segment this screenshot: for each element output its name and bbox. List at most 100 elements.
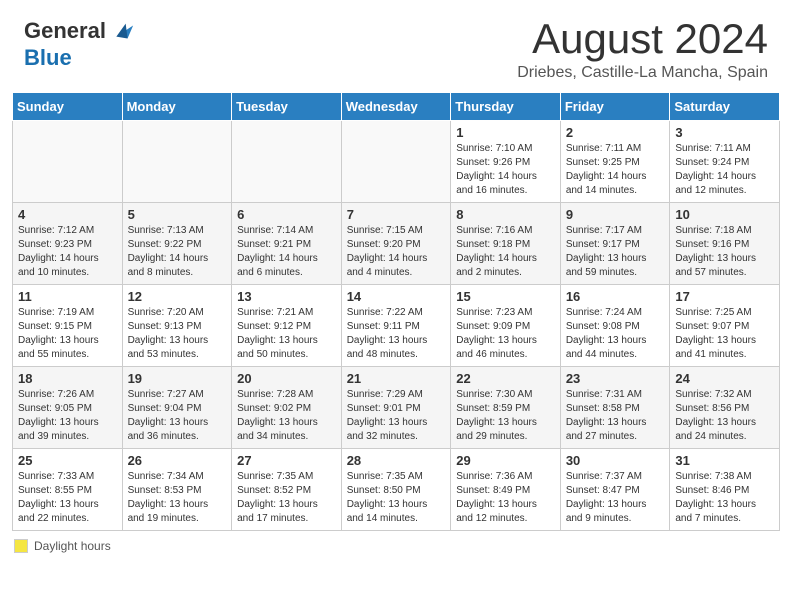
day-number: 19 — [128, 371, 227, 386]
day-info: Sunrise: 7:31 AMSunset: 8:58 PMDaylight:… — [566, 388, 665, 444]
table-row: 1 Sunrise: 7:10 AMSunset: 9:26 PMDaylight… — [451, 121, 561, 203]
day-number: 2 — [566, 125, 665, 140]
day-number: 6 — [237, 207, 336, 222]
table-row: 22 Sunrise: 7:30 AMSunset: 8:59 PMDayligh… — [451, 367, 561, 449]
table-row: 18 Sunrise: 7:26 AMSunset: 9:05 PMDayligh… — [13, 367, 123, 449]
table-row: 4 Sunrise: 7:12 AMSunset: 9:23 PMDaylight… — [13, 203, 123, 285]
day-info: Sunrise: 7:16 AMSunset: 9:18 PMDaylight:… — [456, 224, 555, 280]
day-info: Sunrise: 7:17 AMSunset: 9:17 PMDaylight:… — [566, 224, 665, 280]
table-row: 28 Sunrise: 7:35 AMSunset: 8:50 PMDayligh… — [341, 449, 451, 531]
col-wednesday: Wednesday — [341, 93, 451, 121]
day-info: Sunrise: 7:35 AMSunset: 8:52 PMDaylight:… — [237, 470, 336, 526]
month-year-title: August 2024 — [517, 18, 768, 60]
location-subtitle: Driebes, Castille-La Mancha, Spain — [517, 64, 768, 82]
day-number: 24 — [675, 371, 774, 386]
day-number: 5 — [128, 207, 227, 222]
day-info: Sunrise: 7:19 AMSunset: 9:15 PMDaylight:… — [18, 306, 117, 362]
day-info: Sunrise: 7:33 AMSunset: 8:55 PMDaylight:… — [18, 470, 117, 526]
logo-bird-icon — [107, 18, 135, 46]
day-number: 22 — [456, 371, 555, 386]
day-info: Sunrise: 7:37 AMSunset: 8:47 PMDaylight:… — [566, 470, 665, 526]
day-number: 1 — [456, 125, 555, 140]
day-info: Sunrise: 7:36 AMSunset: 8:49 PMDaylight:… — [456, 470, 555, 526]
day-number: 30 — [566, 453, 665, 468]
day-info: Sunrise: 7:13 AMSunset: 9:22 PMDaylight:… — [128, 224, 227, 280]
day-info: Sunrise: 7:10 AMSunset: 9:26 PMDaylight:… — [456, 142, 555, 198]
day-info: Sunrise: 7:23 AMSunset: 9:09 PMDaylight:… — [456, 306, 555, 362]
day-number: 4 — [18, 207, 117, 222]
day-number: 20 — [237, 371, 336, 386]
day-number: 7 — [347, 207, 446, 222]
col-friday: Friday — [560, 93, 670, 121]
table-row — [341, 121, 451, 203]
day-info: Sunrise: 7:26 AMSunset: 9:05 PMDaylight:… — [18, 388, 117, 444]
day-number: 15 — [456, 289, 555, 304]
day-number: 29 — [456, 453, 555, 468]
day-number: 25 — [18, 453, 117, 468]
page-container: General Blue August 2024 Driebes, Castil… — [0, 0, 792, 561]
table-row: 7 Sunrise: 7:15 AMSunset: 9:20 PMDaylight… — [341, 203, 451, 285]
logo-general-text: General — [24, 18, 106, 43]
title-block: August 2024 Driebes, Castille-La Mancha,… — [517, 18, 768, 82]
day-number: 27 — [237, 453, 336, 468]
day-number: 9 — [566, 207, 665, 222]
day-number: 18 — [18, 371, 117, 386]
table-row: 14Sunrise: 7:22 AMSunset: 9:11 PMDayligh… — [341, 285, 451, 367]
day-number: 28 — [347, 453, 446, 468]
col-sunday: Sunday — [13, 93, 123, 121]
calendar-week-row: 1 Sunrise: 7:10 AMSunset: 9:26 PMDaylight… — [13, 121, 780, 203]
calendar-header-row: Sunday Monday Tuesday Wednesday Thursday… — [13, 93, 780, 121]
table-row — [232, 121, 342, 203]
calendar-week-row: 4 Sunrise: 7:12 AMSunset: 9:23 PMDaylight… — [13, 203, 780, 285]
header: General Blue August 2024 Driebes, Castil… — [0, 0, 792, 92]
day-info: Sunrise: 7:29 AMSunset: 9:01 PMDaylight:… — [347, 388, 446, 444]
day-number: 3 — [675, 125, 774, 140]
table-row — [13, 121, 123, 203]
table-row: 9 Sunrise: 7:17 AMSunset: 9:17 PMDaylight… — [560, 203, 670, 285]
col-thursday: Thursday — [451, 93, 561, 121]
col-tuesday: Tuesday — [232, 93, 342, 121]
table-row: 5 Sunrise: 7:13 AMSunset: 9:22 PMDaylight… — [122, 203, 232, 285]
day-info: Sunrise: 7:24 AMSunset: 9:08 PMDaylight:… — [566, 306, 665, 362]
day-number: 14 — [347, 289, 446, 304]
calendar-week-row: 18 Sunrise: 7:26 AMSunset: 9:05 PMDayligh… — [13, 367, 780, 449]
table-row: 2Sunrise: 7:11 AMSunset: 9:25 PMDaylight… — [560, 121, 670, 203]
col-monday: Monday — [122, 93, 232, 121]
table-row — [122, 121, 232, 203]
day-number: 16 — [566, 289, 665, 304]
calendar-week-row: 11 Sunrise: 7:19 AMSunset: 9:15 PMDayligh… — [13, 285, 780, 367]
day-info: Sunrise: 7:15 AMSunset: 9:20 PMDaylight:… — [347, 224, 446, 280]
table-row: 23 Sunrise: 7:31 AMSunset: 8:58 PMDayligh… — [560, 367, 670, 449]
table-row: 26Sunrise: 7:34 AMSunset: 8:53 PMDayligh… — [122, 449, 232, 531]
logo: General Blue — [24, 18, 135, 70]
table-row: 3 Sunrise: 7:11 AMSunset: 9:24 PMDaylight… — [670, 121, 780, 203]
day-info: Sunrise: 7:18 AMSunset: 9:16 PMDaylight:… — [675, 224, 774, 280]
col-saturday: Saturday — [670, 93, 780, 121]
table-row: 11 Sunrise: 7:19 AMSunset: 9:15 PMDayligh… — [13, 285, 123, 367]
day-info: Sunrise: 7:32 AMSunset: 8:56 PMDaylight:… — [675, 388, 774, 444]
day-number: 12 — [128, 289, 227, 304]
day-number: 8 — [456, 207, 555, 222]
table-row: 16 Sunrise: 7:24 AMSunset: 9:08 PMDayligh… — [560, 285, 670, 367]
logo-blue-text: Blue — [24, 45, 72, 70]
day-info: Sunrise: 7:28 AMSunset: 9:02 PMDaylight:… — [237, 388, 336, 444]
calendar-table: Sunday Monday Tuesday Wednesday Thursday… — [12, 92, 780, 531]
table-row: 10Sunrise: 7:18 AMSunset: 9:16 PMDayligh… — [670, 203, 780, 285]
day-number: 23 — [566, 371, 665, 386]
table-row: 20 Sunrise: 7:28 AMSunset: 9:02 PMDayligh… — [232, 367, 342, 449]
table-row: 19Sunrise: 7:27 AMSunset: 9:04 PMDayligh… — [122, 367, 232, 449]
day-number: 17 — [675, 289, 774, 304]
day-number: 11 — [18, 289, 117, 304]
day-info: Sunrise: 7:38 AMSunset: 8:46 PMDaylight:… — [675, 470, 774, 526]
table-row: 29 Sunrise: 7:36 AMSunset: 8:49 PMDayligh… — [451, 449, 561, 531]
day-info: Sunrise: 7:11 AMSunset: 9:24 PMDaylight:… — [675, 142, 774, 198]
day-info: Sunrise: 7:14 AMSunset: 9:21 PMDaylight:… — [237, 224, 336, 280]
table-row: 8 Sunrise: 7:16 AMSunset: 9:18 PMDaylight… — [451, 203, 561, 285]
table-row: 13Sunrise: 7:21 AMSunset: 9:12 PMDayligh… — [232, 285, 342, 367]
table-row: 17Sunrise: 7:25 AMSunset: 9:07 PMDayligh… — [670, 285, 780, 367]
day-info: Sunrise: 7:30 AMSunset: 8:59 PMDaylight:… — [456, 388, 555, 444]
day-info: Sunrise: 7:12 AMSunset: 9:23 PMDaylight:… — [18, 224, 117, 280]
table-row: 12Sunrise: 7:20 AMSunset: 9:13 PMDayligh… — [122, 285, 232, 367]
day-info: Sunrise: 7:35 AMSunset: 8:50 PMDaylight:… — [347, 470, 446, 526]
table-row: 25 Sunrise: 7:33 AMSunset: 8:55 PMDayligh… — [13, 449, 123, 531]
